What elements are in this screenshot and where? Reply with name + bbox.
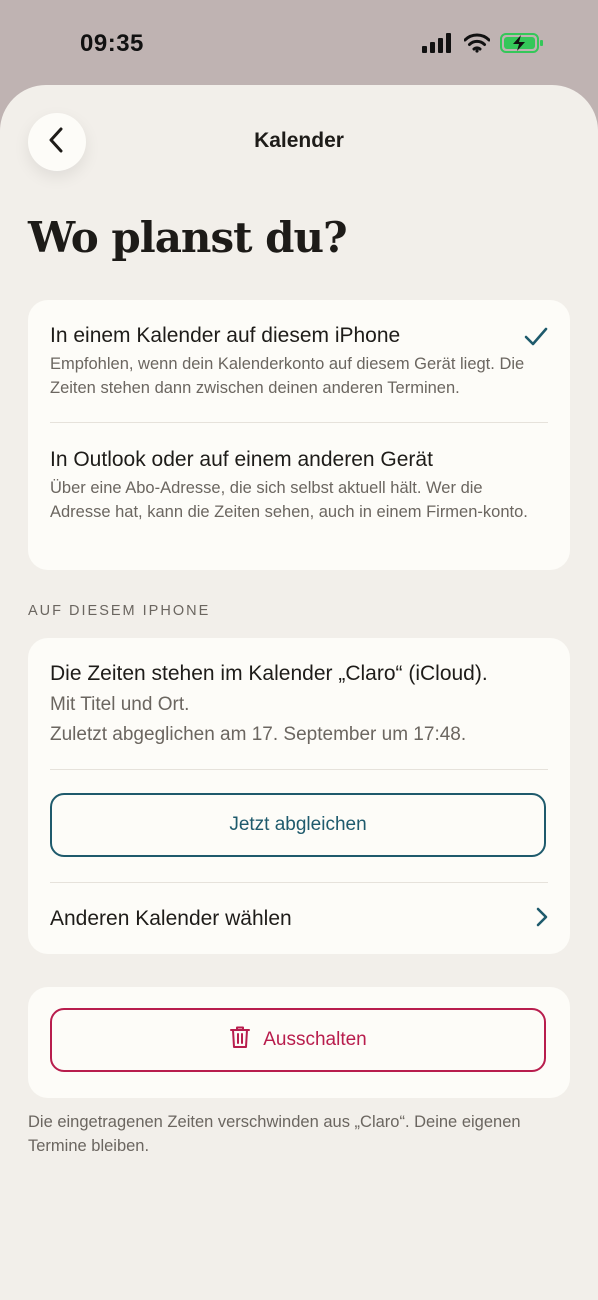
option-title: In Outlook oder auf einem anderen Gerät <box>50 448 433 471</box>
last-sync-text: Zuletzt abgeglichen am 17. September um … <box>50 724 467 745</box>
option-description: Empfohlen, wenn dein Kalenderkonto auf d… <box>50 355 525 397</box>
status-icons <box>422 32 544 59</box>
option-outlook-other-device[interactable]: In Outlook oder auf einem anderen Gerät … <box>50 447 548 524</box>
battery-charging-icon <box>500 32 544 59</box>
choose-other-calendar-row[interactable]: Anderen Kalender wählen <box>50 884 548 954</box>
chevron-right-icon <box>536 907 548 932</box>
disable-button-label: Ausschalten <box>263 1029 367 1050</box>
nav-title: Kalender <box>254 129 344 152</box>
trash-icon <box>229 1025 251 1055</box>
sheet: Kalender Wo planst du? In einem Kalender… <box>0 85 598 1300</box>
divider <box>50 422 548 423</box>
status-bar: 09:35 <box>0 0 598 88</box>
divider <box>50 882 548 883</box>
divider <box>50 769 548 770</box>
section-header: AUF DIESEM IPHONE <box>28 603 211 619</box>
calendar-info-detail: Mit Titel und Ort. <box>50 694 190 715</box>
option-description: Über eine Abo-Adresse, die sich selbst a… <box>50 479 528 521</box>
option-title: In einem Kalender auf diesem iPhone <box>50 324 401 347</box>
choose-other-calendar-label: Anderen Kalender wählen <box>50 907 292 930</box>
cellular-signal-icon <box>422 33 454 58</box>
page-title: Wo planst du? <box>28 213 348 262</box>
disable-card: Ausschalten <box>28 987 570 1098</box>
disable-button[interactable]: Ausschalten <box>50 1008 546 1072</box>
status-time: 09:35 <box>80 30 144 57</box>
option-this-iphone[interactable]: In einem Kalender auf diesem iPhone Empf… <box>50 323 548 400</box>
disable-note: Die eingetragenen Zeiten verschwinden au… <box>28 1113 521 1155</box>
location-options-card: In einem Kalender auf diesem iPhone Empf… <box>28 300 570 570</box>
calendar-info-card: Die Zeiten stehen im Kalender „Claro“ (i… <box>28 638 570 954</box>
sync-now-button[interactable]: Jetzt abgleichen <box>50 793 546 857</box>
wifi-icon <box>463 33 491 58</box>
calendar-info-title: Die Zeiten stehen im Kalender „Claro“ (i… <box>50 662 488 685</box>
checkmark-icon <box>524 327 548 352</box>
